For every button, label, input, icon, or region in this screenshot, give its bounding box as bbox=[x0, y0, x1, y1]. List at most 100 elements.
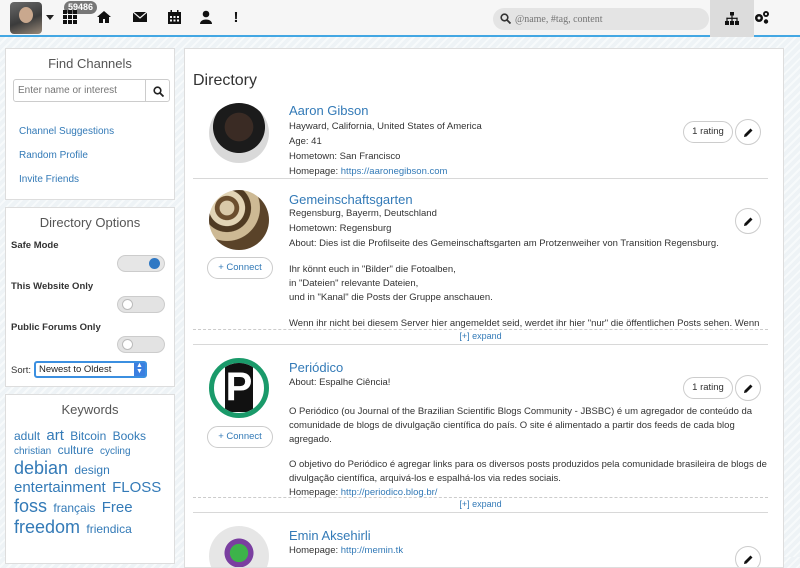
profile-photo[interactable] bbox=[209, 190, 269, 250]
edit-rating-button[interactable] bbox=[735, 546, 761, 567]
profile-hometown: Hometown: Regensburg bbox=[289, 223, 392, 234]
sort-label: Sort: bbox=[11, 365, 32, 376]
edit-rating-button[interactable] bbox=[735, 119, 761, 145]
directory-nav-button[interactable] bbox=[710, 0, 754, 37]
connect-label: Connect bbox=[226, 431, 262, 442]
random-profile-link[interactable]: Random Profile bbox=[19, 150, 88, 161]
keyword-tag[interactable]: christian bbox=[14, 446, 51, 457]
rating-button[interactable]: 1 rating bbox=[683, 121, 733, 143]
sort-select[interactable]: Newest to Oldest ▲ ▼ bbox=[34, 361, 147, 378]
directory-options-title: Directory Options bbox=[39, 215, 141, 230]
channel-suggestions-link[interactable]: Channel Suggestions bbox=[19, 126, 114, 137]
keyword-tag[interactable]: FLOSS bbox=[112, 479, 161, 496]
edit-rating-button[interactable] bbox=[735, 208, 761, 234]
toggle-knob bbox=[122, 339, 133, 350]
keyword-tag[interactable]: Free bbox=[102, 499, 133, 516]
logo-letter: P bbox=[225, 363, 253, 412]
profile-about: About: Dies ist die Profilseite des Geme… bbox=[289, 238, 719, 249]
homepage-label: Homepage: bbox=[289, 545, 339, 556]
keyword-cloud: adult art Bitcoin Books christian cultur… bbox=[14, 427, 174, 537]
user-icon[interactable] bbox=[198, 10, 214, 26]
keyword-tag[interactable]: entertainment bbox=[14, 479, 106, 496]
homepage-label: Homepage: bbox=[289, 166, 339, 177]
pencil-icon bbox=[744, 217, 753, 226]
keyword-tag[interactable]: Books bbox=[113, 429, 146, 443]
pencil-icon bbox=[744, 555, 753, 564]
search-input[interactable] bbox=[513, 10, 703, 28]
profile-photo[interactable] bbox=[209, 103, 269, 163]
profile-homepage: Homepage: https://aaronegibson.com bbox=[289, 166, 447, 177]
homepage-link[interactable]: https://aaronegibson.com bbox=[341, 166, 448, 177]
keyword-tag[interactable]: debian bbox=[14, 458, 68, 478]
pencil-icon bbox=[744, 128, 753, 137]
grid-apps-icon[interactable] bbox=[62, 10, 78, 26]
find-channels-title: Find Channels bbox=[48, 56, 132, 71]
directory-entry: Aaron Gibson Hayward, California, United… bbox=[193, 101, 768, 179]
search-icon bbox=[500, 13, 511, 24]
profile-description: O objetivo do Periódico é agregar links … bbox=[289, 459, 767, 470]
keyword-tag[interactable]: culture bbox=[58, 443, 94, 457]
public-forums-only-label: Public Forums Only bbox=[11, 322, 101, 333]
plus-icon: + bbox=[218, 431, 224, 442]
this-website-only-toggle[interactable] bbox=[117, 296, 165, 313]
public-forums-only-toggle[interactable] bbox=[117, 336, 165, 353]
profile-photo[interactable] bbox=[209, 526, 269, 567]
keyword-tag[interactable]: adult bbox=[14, 429, 40, 443]
profile-name[interactable]: Gemeinschaftsgarten bbox=[289, 192, 413, 207]
top-navbar: 59486 ! bbox=[0, 0, 800, 37]
directory-options-panel: Directory Options Safe Mode This Website… bbox=[5, 207, 175, 387]
profile-description: Ihr könnt euch in "Bilder" die Fotoalben… bbox=[289, 264, 456, 275]
invite-friends-link[interactable]: Invite Friends bbox=[19, 174, 79, 185]
keyword-tag[interactable]: design bbox=[74, 463, 109, 477]
pencil-icon bbox=[744, 384, 753, 393]
user-avatar[interactable] bbox=[10, 2, 42, 34]
profile-name[interactable]: Aaron Gibson bbox=[289, 103, 369, 118]
plus-icon: + bbox=[218, 262, 224, 273]
keyword-tag[interactable]: art bbox=[46, 427, 64, 444]
keyword-tag[interactable]: cycling bbox=[100, 446, 131, 457]
directory-entry: Gemeinschaftsgarten Regensburg, Bayerm, … bbox=[193, 190, 768, 329]
home-icon[interactable] bbox=[96, 10, 112, 26]
profile-name[interactable]: Emin Aksehirli bbox=[289, 528, 371, 543]
mail-icon[interactable] bbox=[132, 10, 148, 26]
keywords-panel: Keywords adult art Bitcoin Books christi… bbox=[5, 394, 175, 564]
edit-rating-button[interactable] bbox=[735, 375, 761, 401]
keyword-tag[interactable]: friendica bbox=[86, 522, 131, 536]
profile-hometown: Hometown: San Francisco bbox=[289, 151, 401, 162]
this-website-only-label: This Website Only bbox=[11, 281, 94, 292]
expand-link[interactable]: [+] expand bbox=[193, 329, 768, 343]
settings-gears-icon[interactable] bbox=[754, 10, 770, 26]
profile-description: und in "Kanal" die Posts der Gruppe ansc… bbox=[289, 292, 493, 303]
profile-logo[interactable]: P bbox=[209, 358, 269, 418]
expand-link[interactable]: [+] expand bbox=[193, 497, 768, 511]
select-arrows-icon: ▲ ▼ bbox=[134, 362, 145, 376]
keyword-tag[interactable]: Bitcoin bbox=[70, 429, 106, 443]
connect-label: Connect bbox=[226, 262, 262, 273]
profile-description: divulgação científica, arquivá-los e esp… bbox=[289, 473, 561, 484]
connect-button[interactable]: + Connect bbox=[207, 257, 273, 279]
caret-down-icon[interactable] bbox=[46, 15, 54, 20]
exclamation-icon[interactable]: ! bbox=[228, 10, 244, 26]
connect-button[interactable]: + Connect bbox=[207, 426, 273, 448]
search-field[interactable] bbox=[493, 8, 709, 30]
profile-location: Hayward, California, United States of Am… bbox=[289, 121, 482, 132]
divider bbox=[193, 512, 768, 513]
safe-mode-toggle[interactable] bbox=[117, 255, 165, 272]
page-title: Directory bbox=[193, 72, 258, 89]
profile-homepage: Homepage: http://memin.tk bbox=[289, 545, 403, 556]
profile-name[interactable]: Periódico bbox=[289, 360, 343, 375]
safe-mode-label: Safe Mode bbox=[11, 240, 59, 251]
profile-age: Age: 41 bbox=[289, 136, 322, 147]
channel-search-button[interactable] bbox=[145, 79, 170, 102]
keyword-tag[interactable]: foss bbox=[14, 496, 47, 516]
profile-location: Regensburg, Bayerm, Deutschland bbox=[289, 208, 437, 219]
calendar-icon[interactable] bbox=[166, 10, 182, 26]
sort-selected-value: Newest to Oldest bbox=[39, 364, 112, 375]
keyword-tag[interactable]: français bbox=[53, 501, 95, 515]
profile-description: O Periódico (ou Journal of the Brazilian… bbox=[289, 406, 753, 417]
channel-search-input[interactable] bbox=[13, 79, 146, 102]
directory-main: Directory Aaron Gibson Hayward, Californ… bbox=[184, 48, 784, 568]
rating-button[interactable]: 1 rating bbox=[683, 377, 733, 399]
keyword-tag[interactable]: freedom bbox=[14, 517, 80, 537]
homepage-link[interactable]: http://memin.tk bbox=[341, 545, 403, 556]
